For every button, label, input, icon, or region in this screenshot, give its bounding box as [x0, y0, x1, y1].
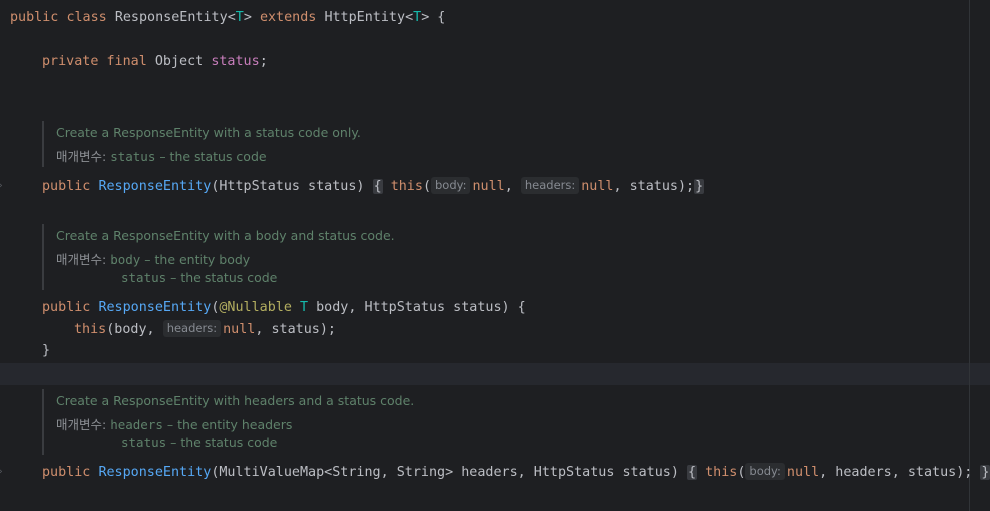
constructor-body-line[interactable]: this(body, headers: null, status); — [74, 319, 336, 341]
javadoc-summary: Create a ResponseEntity with a body and … — [56, 228, 395, 243]
param-name: headers — [110, 417, 163, 432]
javadoc-param-row: status – the status code — [121, 433, 277, 453]
fold-marker-icon[interactable]: › — [0, 468, 3, 477]
null-literal: null — [786, 465, 820, 480]
class-name: ResponseEntity — [114, 10, 228, 25]
class-declaration-line[interactable]: public class ResponseEntity<T> extends H… — [10, 7, 445, 29]
constructor-signature: (HttpStatus status) — [211, 179, 365, 194]
semicolon: ; — [259, 54, 268, 69]
keyword: public — [42, 465, 91, 480]
param-name: status — [121, 435, 167, 450]
keyword: this — [74, 322, 107, 337]
keyword: private — [42, 54, 99, 69]
parameter-hint: body: — [431, 177, 471, 194]
current-line-highlight — [0, 363, 990, 385]
keyword: public — [42, 300, 91, 315]
keyword: final — [106, 54, 147, 69]
keyword: public — [42, 179, 91, 194]
close-brace: } — [42, 343, 51, 358]
javadoc-summary: Create a ResponseEntity with a status co… — [56, 125, 361, 140]
javadoc-block-3[interactable]: Create a ResponseEntity with headers and… — [42, 389, 414, 455]
folded-open-brace[interactable]: { — [686, 465, 698, 480]
constructor-line-3[interactable]: public ResponseEntity(MultiValueMap<Stri… — [42, 462, 990, 484]
javadoc-param-row: status – the status code — [121, 268, 277, 288]
parameter-hint: headers: — [520, 177, 580, 194]
javadoc-params: 매개변수: body – the entity body — [56, 250, 250, 270]
parent-class-name: HttpEntity — [324, 10, 406, 25]
folded-close-brace[interactable]: } — [694, 179, 705, 194]
arguments-rest: , headers, status); — [819, 465, 973, 480]
params-label: 매개변수: — [56, 417, 107, 432]
constructor-name: ResponseEntity — [98, 179, 212, 194]
null-literal: null — [581, 179, 614, 194]
folded-close-brace[interactable]: } — [980, 465, 990, 480]
open-brace: { — [429, 10, 446, 25]
param-name: status — [121, 270, 167, 285]
keyword: this — [390, 179, 423, 194]
angle-close: > — [243, 10, 252, 25]
keyword: extends — [259, 10, 317, 25]
javadoc-block-1[interactable]: Create a ResponseEntity with a status co… — [42, 121, 361, 167]
field-declaration-line[interactable]: private final Object status; — [42, 51, 268, 73]
constructor-signature: (MultiValueMap<String, String> headers, … — [211, 465, 679, 480]
angle-open: < — [227, 10, 236, 25]
signature-rest: body, HttpStatus status) { — [308, 300, 526, 315]
param-description: – the status code — [166, 270, 278, 285]
null-literal: null — [223, 322, 256, 337]
params-label: 매개변수: — [56, 252, 107, 267]
constructor-name: ResponseEntity — [98, 465, 212, 480]
fold-marker-icon[interactable]: › — [0, 182, 3, 191]
type-parameter: T — [235, 10, 244, 25]
param-description: – the entity body — [140, 252, 251, 267]
constructor-name: ResponseEntity — [98, 300, 212, 315]
param-description: – the status code — [155, 149, 267, 164]
arguments: (body, — [106, 322, 163, 337]
javadoc-block-2[interactable]: Create a ResponseEntity with a body and … — [42, 224, 395, 290]
javadoc-params: 매개변수: headers – the entity headers — [56, 415, 292, 435]
keyword: public — [10, 10, 59, 25]
param-name: status — [110, 149, 156, 164]
comma: , — [504, 179, 521, 194]
paren: ( — [422, 179, 431, 194]
javadoc-summary: Create a ResponseEntity with headers and… — [56, 393, 415, 408]
param-description: – the entity headers — [162, 417, 293, 432]
constructor-line-2[interactable]: public ResponseEntity(@Nullable T body, … — [42, 297, 526, 319]
params-label: 매개변수: — [56, 149, 107, 164]
paren: ( — [737, 465, 746, 480]
null-literal: null — [472, 179, 505, 194]
angle-open: < — [405, 10, 414, 25]
javadoc-params: 매개변수: status – the status code — [56, 147, 267, 167]
arguments-rest: , status); — [255, 322, 336, 337]
type-parameter: T — [413, 10, 422, 25]
type-parameter: T — [300, 300, 309, 315]
annotation: @Nullable — [219, 300, 292, 315]
right-margin-guide — [969, 0, 970, 511]
folded-open-brace[interactable]: { — [372, 179, 383, 194]
closing-brace-line[interactable]: } — [42, 340, 50, 362]
constructor-line-1[interactable]: public ResponseEntity(HttpStatus status)… — [42, 176, 705, 198]
param-description: – the status code — [166, 435, 278, 450]
param-name: body — [110, 252, 141, 267]
keyword: class — [66, 10, 107, 25]
arguments-rest: , status); — [613, 179, 695, 194]
field-type: Object — [154, 54, 204, 69]
keyword: this — [705, 465, 738, 480]
code-editor[interactable]: public class ResponseEntity<T> extends H… — [0, 0, 990, 511]
parameter-hint: body: — [745, 463, 785, 480]
field-name: status — [211, 54, 260, 69]
parameter-hint: headers: — [162, 320, 222, 337]
